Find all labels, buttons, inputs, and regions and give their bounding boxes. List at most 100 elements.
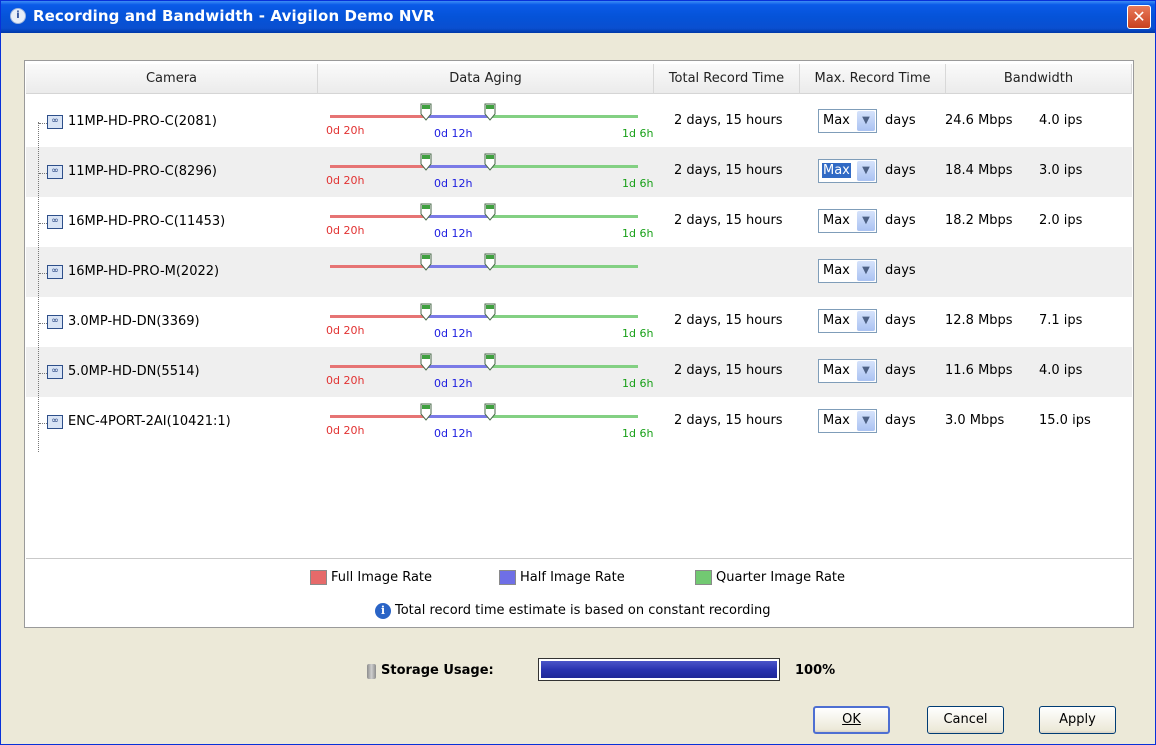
- apply-button[interactable]: Apply: [1039, 706, 1116, 734]
- ok-button[interactable]: OK: [813, 706, 890, 734]
- full-half-slider-thumb[interactable]: [420, 303, 432, 321]
- tree-branch: [39, 123, 47, 124]
- chevron-down-icon[interactable]: ▼: [857, 411, 875, 431]
- half-quarter-slider-thumb[interactable]: [484, 353, 496, 371]
- data-aging-slider[interactable]: 0d 20h 0d 12h 1d 6h: [326, 403, 662, 443]
- half-quarter-slider-thumb[interactable]: [484, 153, 496, 171]
- days-unit-label: days: [885, 113, 916, 128]
- camera-row[interactable]: ∞ 16MP-HD-PRO-M(2022) Max ▼ days: [26, 247, 1132, 297]
- ok-button-label: OK: [842, 712, 861, 727]
- camera-name[interactable]: 16MP-HD-PRO-C(11453): [68, 214, 225, 229]
- camera-row[interactable]: ∞ 5.0MP-HD-DN(5514) 0d 20h 0d 12h 1d 6h 2 day…: [26, 347, 1132, 397]
- column-header-total-record-time[interactable]: Total Record Time: [654, 64, 800, 94]
- column-header-data-aging[interactable]: Data Aging: [318, 64, 654, 94]
- max-record-time-select[interactable]: Max ▼: [818, 259, 877, 283]
- data-aging-slider[interactable]: [326, 253, 662, 293]
- camera-row[interactable]: ∞ ENC-4PORT-2AI(10421:1) 0d 20h 0d 12h 1d 6h…: [26, 397, 1132, 447]
- camera-row[interactable]: ∞ 11MP-HD-PRO-C(2081) 0d 20h 0d 12h 1d 6h 2 d…: [26, 97, 1132, 147]
- chevron-down-icon[interactable]: ▼: [857, 361, 875, 381]
- bandwidth-value: 24.6 Mbps: [945, 113, 1013, 128]
- total-record-time: 2 days, 15 hours: [674, 363, 783, 378]
- data-aging-slider[interactable]: 0d 20h 0d 12h 1d 6h: [326, 203, 662, 243]
- half-rate-track: [426, 165, 490, 168]
- data-aging-slider[interactable]: 0d 20h 0d 12h 1d 6h: [326, 353, 662, 393]
- chevron-down-icon[interactable]: ▼: [857, 161, 875, 181]
- half-quarter-slider-thumb[interactable]: [484, 253, 496, 271]
- bandwidth-value: 12.8 Mbps: [945, 313, 1013, 328]
- frame-rate-value: 2.0 ips: [1039, 213, 1083, 228]
- full-rate-track: [330, 365, 426, 368]
- half-quarter-slider-thumb[interactable]: [484, 203, 496, 221]
- database-icon: [367, 664, 376, 679]
- bandwidth-value: 3.0 Mbps: [945, 413, 1005, 428]
- tree-branch: [39, 323, 47, 324]
- quarter-rate-duration: 1d 6h: [622, 427, 654, 440]
- max-record-time-select[interactable]: Max ▼: [818, 159, 877, 183]
- chevron-down-icon[interactable]: ▼: [857, 261, 875, 281]
- half-rate-track: [426, 415, 490, 418]
- data-aging-slider[interactable]: 0d 20h 0d 12h 1d 6h: [326, 303, 662, 343]
- chevron-down-icon[interactable]: ▼: [857, 211, 875, 231]
- full-rate-track: [330, 115, 426, 118]
- camera-table-panel: Camera Data Aging Total Record Time Max.…: [24, 60, 1134, 628]
- max-record-time-select[interactable]: Max ▼: [818, 109, 877, 133]
- camera-name[interactable]: 5.0MP-HD-DN(5514): [68, 364, 200, 379]
- max-record-time-select[interactable]: Max ▼: [818, 209, 877, 233]
- max-record-time-select[interactable]: Max ▼: [818, 309, 877, 333]
- half-quarter-slider-thumb[interactable]: [484, 403, 496, 421]
- max-record-time-value: Max: [823, 313, 850, 328]
- half-rate-track: [426, 315, 490, 318]
- chevron-down-icon[interactable]: ▼: [857, 311, 875, 331]
- frame-rate-value: 4.0 ips: [1039, 363, 1083, 378]
- record-time-note: Total record time estimate is based on c…: [395, 603, 771, 618]
- max-record-time-select[interactable]: Max ▼: [818, 359, 877, 383]
- full-half-slider-thumb[interactable]: [420, 203, 432, 221]
- camera-name[interactable]: 11MP-HD-PRO-C(8296): [68, 164, 217, 179]
- cancel-button[interactable]: Cancel: [927, 706, 1004, 734]
- quarter-rate-duration: 1d 6h: [622, 177, 654, 190]
- column-header-camera[interactable]: Camera: [26, 64, 318, 94]
- full-half-slider-thumb[interactable]: [420, 153, 432, 171]
- full-half-slider-thumb[interactable]: [420, 403, 432, 421]
- max-record-time-select[interactable]: Max ▼: [818, 409, 877, 433]
- camera-name[interactable]: 3.0MP-HD-DN(3369): [68, 314, 200, 329]
- dialog-window: i Recording and Bandwidth - Avigilon Dem…: [0, 0, 1156, 745]
- half-quarter-slider-thumb[interactable]: [484, 103, 496, 121]
- column-header-max-record-time[interactable]: Max. Record Time: [800, 64, 946, 94]
- quarter-rate-duration: 1d 6h: [622, 377, 654, 390]
- max-record-time-value: Max: [823, 263, 850, 278]
- half-rate-track: [426, 365, 490, 368]
- full-rate-track: [330, 315, 426, 318]
- days-unit-label: days: [885, 413, 916, 428]
- quarter-rate-track: [490, 265, 638, 268]
- max-record-time-value: Max: [823, 363, 850, 378]
- frame-rate-value: 7.1 ips: [1039, 313, 1083, 328]
- full-half-slider-thumb[interactable]: [420, 103, 432, 121]
- camera-name[interactable]: 16MP-HD-PRO-M(2022): [68, 264, 219, 279]
- chevron-down-icon[interactable]: ▼: [857, 111, 875, 131]
- camera-row[interactable]: ∞ 3.0MP-HD-DN(3369) 0d 20h 0d 12h 1d 6h 2 day…: [26, 297, 1132, 347]
- full-half-slider-thumb[interactable]: [420, 353, 432, 371]
- camera-row[interactable]: ∞ 11MP-HD-PRO-C(8296) 0d 20h 0d 12h 1d 6h 2 d…: [26, 147, 1132, 197]
- days-unit-label: days: [885, 213, 916, 228]
- max-record-time-value: Max: [823, 113, 850, 128]
- info-circle-icon: i: [10, 8, 26, 24]
- max-record-time-value: Max: [822, 163, 851, 178]
- legend-full-rate: Full Image Rate: [331, 570, 433, 585]
- title-bar: i Recording and Bandwidth - Avigilon Dem…: [1, 1, 1155, 33]
- cancel-button-label: Cancel: [943, 712, 988, 727]
- total-record-time: 2 days, 15 hours: [674, 113, 783, 128]
- bandwidth-value: 11.6 Mbps: [945, 363, 1013, 378]
- full-rate-duration: 0d 20h: [326, 424, 365, 437]
- data-aging-slider[interactable]: 0d 20h 0d 12h 1d 6h: [326, 153, 662, 193]
- full-half-slider-thumb[interactable]: [420, 253, 432, 271]
- data-aging-slider[interactable]: 0d 20h 0d 12h 1d 6h: [326, 103, 662, 143]
- close-button[interactable]: ✕: [1127, 5, 1151, 29]
- total-record-time: 2 days, 15 hours: [674, 213, 783, 228]
- camera-row[interactable]: ∞ 16MP-HD-PRO-C(11453) 0d 20h 0d 12h 1d 6h 2 …: [26, 197, 1132, 247]
- full-rate-swatch: [310, 570, 327, 585]
- half-quarter-slider-thumb[interactable]: [484, 303, 496, 321]
- camera-name[interactable]: 11MP-HD-PRO-C(2081): [68, 114, 217, 129]
- column-header-bandwidth[interactable]: Bandwidth: [946, 64, 1132, 94]
- camera-name[interactable]: ENC-4PORT-2AI(10421:1): [68, 414, 231, 429]
